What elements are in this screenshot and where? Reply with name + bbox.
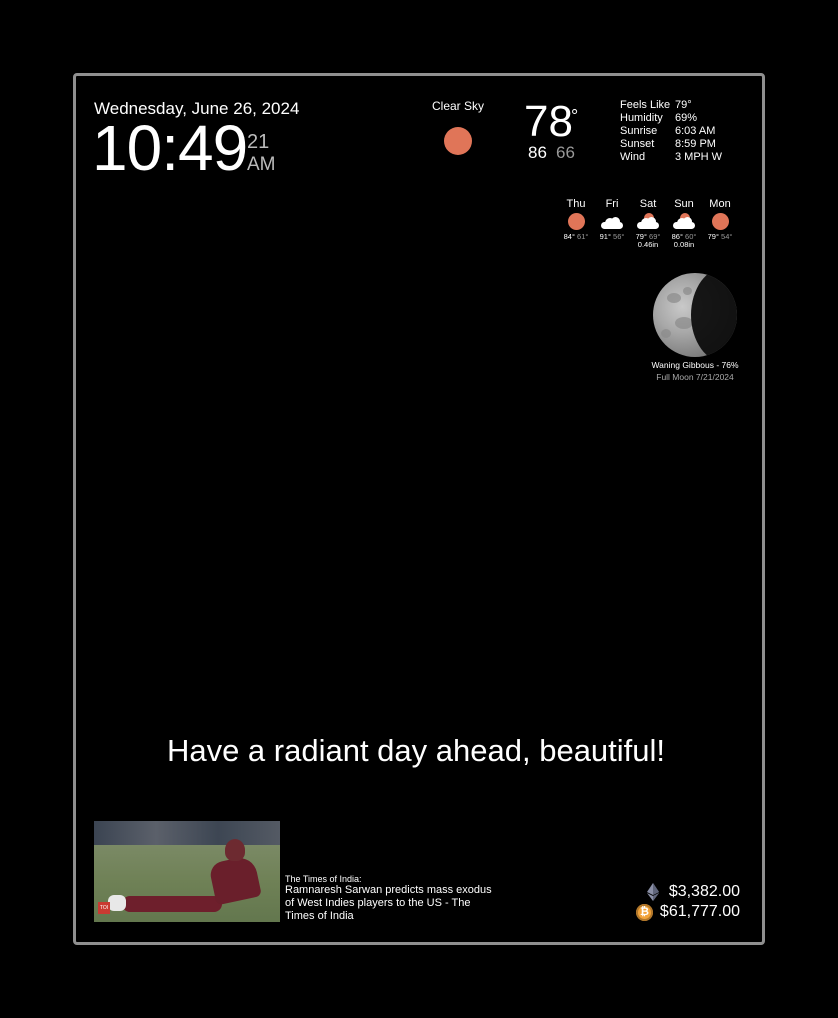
degree-symbol: ° [571,106,579,126]
crypto-row-eth: $3,382.00 [634,882,740,902]
sun-icon [444,127,472,155]
cloud-icon [601,217,623,229]
crypto-row-btc: ₿ $61,777.00 [634,902,740,922]
detail-value: 79° [675,99,692,111]
crypto-value: $61,777.00 [659,903,740,920]
forecast-day-name: Mon [709,198,731,210]
today-low: 66 [556,143,575,162]
weather-details: Feels Like 79° Humidity 69% Sunrise 6:03… [620,99,722,164]
ethereum-icon [644,883,663,902]
forecast-high-low: 79° 54° [707,232,733,241]
news-source: The Times of India: [285,874,362,884]
moon-phase: Waning Gibbous - 76% [651,360,739,370]
today-high: 86 [528,143,547,162]
detail-value: 8:59 PM [675,138,716,150]
forecast-high-low: 91° 56° [599,232,625,241]
forecast-day-mon: Mon 79° 54° [702,198,738,248]
bitcoin-icon: ₿ [635,903,653,921]
forecast-high-low: 84° 61° [563,232,589,241]
news-logo-icon: TOI [98,902,110,914]
moon-icon [653,273,737,357]
partly-cloudy-icon [666,213,702,231]
detail-wind: Wind 3 MPH W [620,151,722,164]
detail-value: 69% [675,112,698,124]
crypto-ticker: $3,382.00 ₿ $61,777.00 [634,882,740,922]
forecast-day-name: Sun [674,198,694,210]
weather-condition: Clear Sky [431,99,484,113]
detail-feels-like: Feels Like 79° [620,99,722,112]
compliment-text: Have a radiant day ahead, beautiful! [166,733,666,768]
clock-time: 10:49 [92,112,248,184]
detail-label: Sunset [620,138,655,150]
detail-label: Feels Like [620,99,671,111]
forecast-day-name: Fri [605,198,619,210]
clock-seconds: 21 [247,131,270,153]
forecast-day-fri: Fri 91° 56° [594,198,630,248]
next-full-moon: Full Moon 7/21/2024 [656,372,734,382]
forecast-day-name: Thu [566,198,586,210]
forecast-day-name: Sat [639,198,657,210]
clock-ampm: AM [247,154,276,175]
detail-label: Sunrise [620,125,658,137]
current-temperature: 78 [524,97,573,146]
forecast-day-sat: Sat 79° 69° 0.46in [630,198,666,249]
crypto-value: $3,382.00 [668,883,740,900]
sun-icon [712,213,729,230]
detail-humidity: Humidity 69% [620,112,722,125]
detail-value: 6:03 AM [675,125,716,137]
news-image: TOI [94,821,280,922]
forecast-day-sun: Sun 86° 60° 0.08in [666,198,702,249]
partly-cloudy-icon [630,213,666,231]
detail-label: Humidity [620,112,663,124]
sun-icon [568,213,585,230]
news-headline: Ramnaresh Sarwan predicts mass exodus of… [285,884,492,922]
detail-value: 3 MPH W [675,151,723,163]
forecast-day-thu: Thu 84° 61° [558,198,594,248]
forecast-rain: 0.08in [673,240,695,249]
weather-forecast: Thu 84° 61° Fri 91° 56° Sat 79° 69° 0.46… [558,198,738,249]
forecast-rain: 0.46in [637,240,659,249]
detail-sunrise: Sunrise 6:03 AM [620,125,722,138]
detail-sunset: Sunset 8:59 PM [620,138,722,151]
detail-label: Wind [620,151,646,163]
